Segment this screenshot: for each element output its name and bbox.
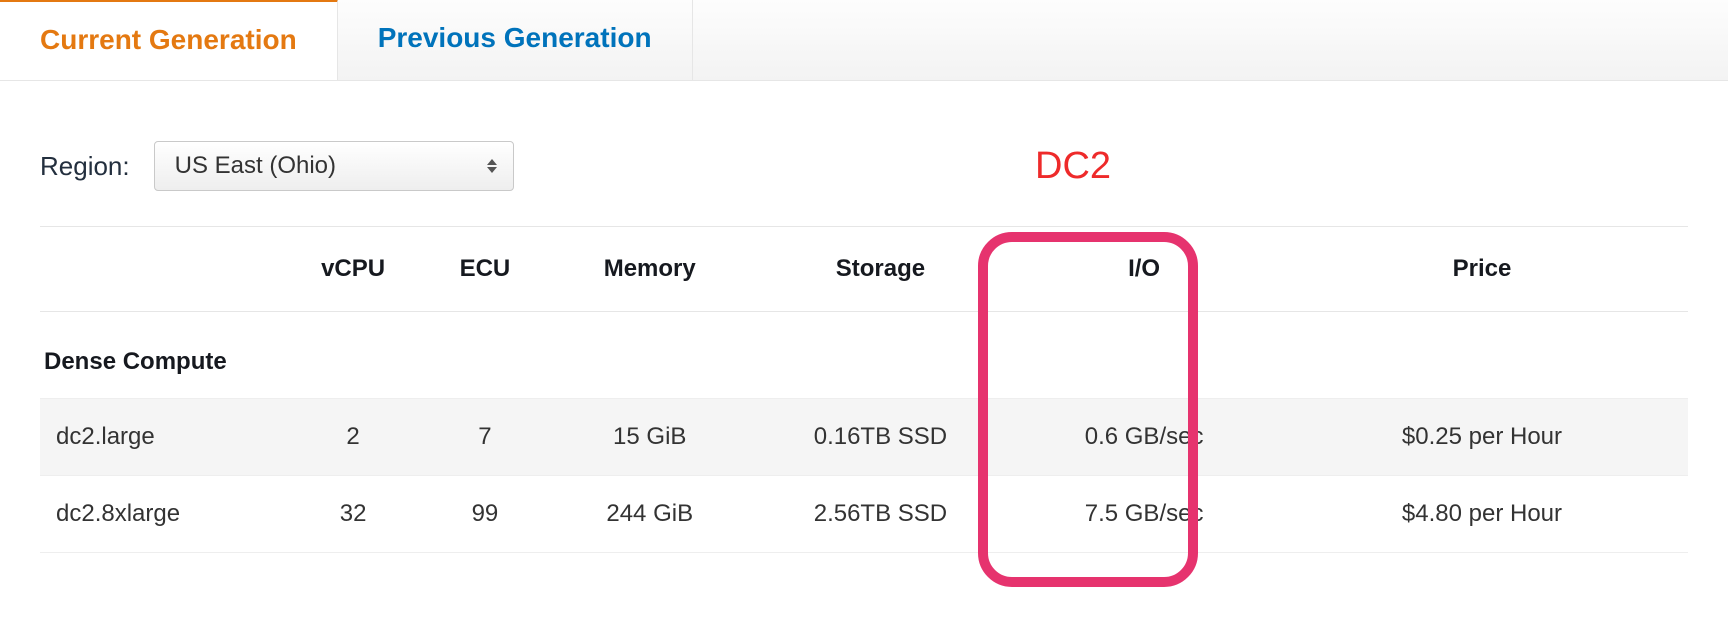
pricing-table: vCPU ECU Memory Storage I/O Price Dense … bbox=[40, 227, 1688, 553]
cell-storage: 2.56TB SSD bbox=[749, 476, 1013, 553]
tab-previous-label: Previous Generation bbox=[378, 22, 652, 53]
col-io: I/O bbox=[1012, 227, 1276, 312]
col-ecu: ECU bbox=[419, 227, 551, 312]
region-row: Region: US East (Ohio) bbox=[40, 106, 1688, 227]
section-title: Dense Compute bbox=[40, 312, 1688, 399]
generation-tabs: Current Generation Previous Generation bbox=[0, 0, 1728, 81]
cell-price: $0.25 per Hour bbox=[1276, 399, 1688, 476]
cell-name: dc2.8xlarge bbox=[40, 476, 287, 553]
cell-storage: 0.16TB SSD bbox=[749, 399, 1013, 476]
cell-vcpu: 2 bbox=[287, 399, 419, 476]
cell-ecu: 7 bbox=[419, 399, 551, 476]
cell-name: dc2.large bbox=[40, 399, 287, 476]
table-row: dc2.8xlarge 32 99 244 GiB 2.56TB SSD 7.5… bbox=[40, 476, 1688, 553]
col-storage: Storage bbox=[749, 227, 1013, 312]
tab-current-label: Current Generation bbox=[40, 24, 297, 55]
cell-memory: 15 GiB bbox=[551, 399, 749, 476]
region-select-value: US East (Ohio) bbox=[175, 152, 336, 180]
cell-price: $4.80 per Hour bbox=[1276, 476, 1688, 553]
region-select[interactable]: US East (Ohio) bbox=[154, 141, 514, 191]
cell-io: 7.5 GB/sec bbox=[1012, 476, 1276, 553]
table-row: dc2.large 2 7 15 GiB 0.16TB SSD 0.6 GB/s… bbox=[40, 399, 1688, 476]
col-price: Price bbox=[1276, 227, 1688, 312]
tab-previous-generation[interactable]: Previous Generation bbox=[338, 0, 693, 80]
col-name bbox=[40, 227, 287, 312]
cell-memory: 244 GiB bbox=[551, 476, 749, 553]
region-label: Region: bbox=[40, 151, 130, 182]
col-memory: Memory bbox=[551, 227, 749, 312]
cell-ecu: 99 bbox=[419, 476, 551, 553]
table-header-row: vCPU ECU Memory Storage I/O Price bbox=[40, 227, 1688, 312]
col-vcpu: vCPU bbox=[287, 227, 419, 312]
table-section-row: Dense Compute bbox=[40, 312, 1688, 399]
cell-io: 0.6 GB/sec bbox=[1012, 399, 1276, 476]
chevron-sort-icon bbox=[487, 159, 497, 173]
cell-vcpu: 32 bbox=[287, 476, 419, 553]
tab-current-generation[interactable]: Current Generation bbox=[0, 0, 338, 80]
